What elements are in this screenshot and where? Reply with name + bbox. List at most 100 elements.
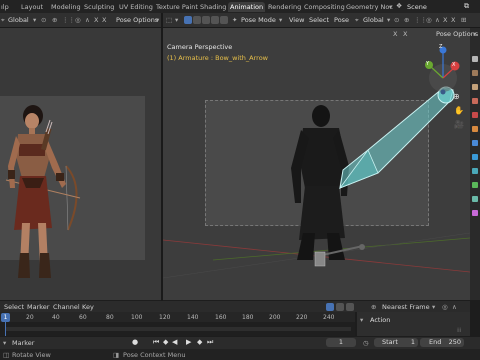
proportional-edit-icon[interactable]: ◎ xyxy=(75,16,81,24)
world-tab-icon[interactable] xyxy=(472,112,478,118)
play-reverse-icon[interactable]: ◀ xyxy=(172,338,177,346)
tab-shading[interactable]: Shading xyxy=(200,2,226,12)
physics-tab-icon[interactable] xyxy=(472,168,478,174)
mirror-x-toggle[interactable]: X xyxy=(102,16,106,24)
resize-grip-icon[interactable]: ⁞⁞ xyxy=(457,326,461,334)
snap-icon[interactable]: ⊕ xyxy=(371,303,376,311)
action-panel-title[interactable]: Action xyxy=(370,316,390,324)
chevron-down-icon[interactable]: ▾ xyxy=(432,303,435,311)
mode-dropdown[interactable]: Pose Mode xyxy=(241,16,276,24)
expand-chevron-icon[interactable]: ▾ xyxy=(360,316,363,324)
overlays-icon[interactable]: ⊞ xyxy=(461,16,466,24)
chevron-down-icon[interactable]: ▾ xyxy=(387,16,390,24)
pan-hand-icon[interactable]: ✋ xyxy=(454,106,464,115)
bone-tab-icon[interactable] xyxy=(472,182,478,188)
tab-layout[interactable]: Layout xyxy=(21,2,43,12)
filter-icon[interactable] xyxy=(346,303,354,311)
timeline-menu-marker[interactable]: Marker xyxy=(27,303,49,311)
jump-start-icon[interactable]: ⏮ xyxy=(153,338,159,347)
data-tab-icon[interactable] xyxy=(472,196,478,202)
falloff-icon[interactable]: ∧ xyxy=(452,303,457,311)
snap-target-icon[interactable]: ⋮⋮ xyxy=(62,16,75,24)
editor-type-icon[interactable]: ⬚ xyxy=(166,16,172,24)
snap-icon[interactable]: ⊕ xyxy=(52,16,57,24)
play-icon[interactable]: ▶ xyxy=(186,338,191,346)
show-only-selected-icon[interactable] xyxy=(336,303,344,311)
tab-modeling[interactable]: Modeling xyxy=(51,2,81,12)
modifier-tab-icon[interactable] xyxy=(472,140,478,146)
left-orientation-dropdown[interactable]: Global xyxy=(8,16,29,24)
tab-geometry-nodes[interactable]: Geometry Noc xyxy=(346,2,393,12)
start-frame-field[interactable]: Start 1 xyxy=(374,338,418,347)
menu-view[interactable]: View xyxy=(289,16,304,24)
stopwatch-icon[interactable]: ◷ xyxy=(363,339,369,347)
prev-keyframe-icon[interactable]: ◆ xyxy=(163,338,168,346)
timeline-menu-channel[interactable]: Channel xyxy=(53,303,80,311)
chevron-down-icon[interactable]: ▾ xyxy=(389,3,392,11)
tab-sculpting[interactable]: Sculpting xyxy=(84,2,114,12)
select-subtract-icon[interactable] xyxy=(202,16,210,24)
chevron-down-icon[interactable]: ▾ xyxy=(33,16,36,24)
tab-rendering[interactable]: Rendering xyxy=(268,2,301,12)
scene-tab-icon[interactable] xyxy=(472,98,478,104)
menu-select[interactable]: Select xyxy=(309,16,329,24)
current-frame-indicator[interactable]: 1 xyxy=(1,313,10,322)
select-extend-icon[interactable] xyxy=(193,16,201,24)
proportional-edit-icon[interactable]: ◎ xyxy=(426,16,432,24)
select-intersect-icon[interactable] xyxy=(220,16,228,24)
end-frame-field[interactable]: End 250 xyxy=(420,338,464,347)
tab-texture-paint[interactable]: Texture Paint xyxy=(156,2,198,12)
mirror-x-toggle[interactable]: X xyxy=(451,16,455,24)
chevron-down-icon[interactable]: ▾ xyxy=(175,16,178,24)
tab-animation[interactable]: Animation xyxy=(228,2,266,12)
menu-pose[interactable]: Pose xyxy=(334,16,349,24)
axis-x-icon[interactable]: X xyxy=(393,30,397,38)
jump-end-icon[interactable]: ⏭ xyxy=(207,338,213,347)
marker-menu[interactable]: Marker xyxy=(12,339,34,347)
current-frame-field[interactable]: 1 xyxy=(326,338,356,347)
proportional-edit-icon[interactable]: ◎ xyxy=(442,303,448,311)
zoom-icon[interactable]: ⊕ xyxy=(453,92,460,101)
left-pose-options[interactable]: Pose Options xyxy=(116,16,158,24)
material-tab-icon[interactable] xyxy=(472,210,478,216)
right-orientation-dropdown[interactable]: Global xyxy=(363,16,384,24)
right-pose-options[interactable]: Pose Options xyxy=(436,30,478,38)
object-tab-icon[interactable] xyxy=(472,126,478,132)
falloff-icon[interactable]: ∧ xyxy=(85,16,90,24)
end-label: End xyxy=(429,338,442,346)
axis-x-icon[interactable]: X xyxy=(443,16,447,24)
render-tab-icon[interactable] xyxy=(472,70,478,76)
main-3d-viewport[interactable]: Camera Perspective (1) Armature : Bow_wi… xyxy=(163,28,470,300)
chevron-down-icon[interactable]: ▾ xyxy=(473,30,476,38)
camera-view-icon[interactable]: 🎥 xyxy=(454,120,464,129)
select-box-icon[interactable] xyxy=(184,16,192,24)
marker-chevron-icon[interactable]: ▾ xyxy=(3,339,6,347)
tool-tab-icon[interactable] xyxy=(472,56,478,62)
select-tool-icon[interactable] xyxy=(326,303,334,311)
left-viewport[interactable] xyxy=(0,28,161,300)
timeline-menu-select[interactable]: Select xyxy=(4,303,24,311)
tab-uv-editing[interactable]: UV Editing xyxy=(119,2,153,12)
axis-x-icon[interactable]: X xyxy=(94,16,98,24)
snap-icon[interactable]: ⊕ xyxy=(404,16,409,24)
timeline-menu-key[interactable]: Key xyxy=(82,303,94,311)
copy-scene-icon[interactable]: ⧉ xyxy=(464,2,469,11)
mirror-x-toggle[interactable]: X xyxy=(403,30,407,38)
falloff-icon[interactable]: ∧ xyxy=(435,16,440,24)
tab-partial[interactable]: ılp xyxy=(1,2,9,12)
chevron-down-icon[interactable]: ▾ xyxy=(279,16,282,24)
pivot-icon[interactable]: ⊙ xyxy=(394,16,399,24)
particles-tab-icon[interactable] xyxy=(472,154,478,160)
transform-orientation-icon[interactable]: ⌖ xyxy=(1,16,5,24)
next-keyframe-icon[interactable]: ◆ xyxy=(197,338,202,346)
select-invert-icon[interactable] xyxy=(211,16,219,24)
timeline-channel-area[interactable] xyxy=(0,322,355,336)
snap-mode-dropdown[interactable]: Nearest Frame xyxy=(382,303,430,311)
chevron-down-icon[interactable]: ▾ xyxy=(156,16,159,24)
transform-orientation-icon[interactable]: ⌖ xyxy=(355,16,359,24)
tab-compositing[interactable]: Compositing xyxy=(304,2,345,12)
pivot-icon[interactable]: ⊙ xyxy=(41,16,46,24)
output-tab-icon[interactable] xyxy=(472,84,478,90)
record-icon[interactable]: ● xyxy=(132,338,138,346)
scene-name[interactable]: Scene xyxy=(407,3,427,11)
